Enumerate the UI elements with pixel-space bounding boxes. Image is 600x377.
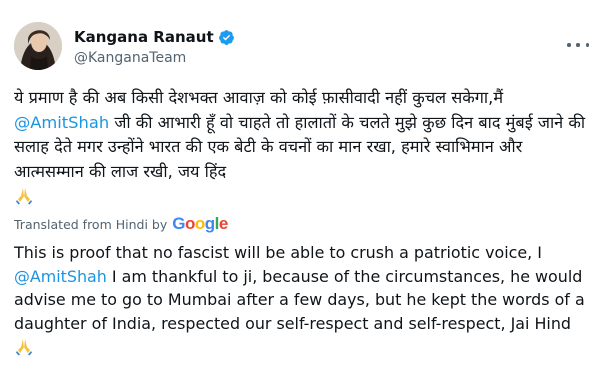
folded-hands-emoji-icon	[16, 188, 32, 205]
avatar[interactable]	[14, 22, 62, 70]
folded-hands-emoji-icon	[16, 339, 32, 356]
translation-attribution[interactable]: Translated from Hindi by Google	[14, 214, 228, 234]
tweet-text-original: ये प्रमाण है की अब किसी देशभक्त आवाज़ को…	[14, 86, 592, 209]
more-options-icon[interactable]	[567, 38, 589, 52]
tweet-card: Kangana Ranaut @KanganaTeam ये प्रमाण है…	[0, 0, 600, 377]
english-text-part-1: This is proof that no fascist will be ab…	[14, 243, 542, 262]
tweet-text-translated: This is proof that no fascist will be ab…	[14, 241, 594, 359]
author-display-name[interactable]: Kangana Ranaut	[74, 28, 214, 46]
hindi-text-part-1: ये प्रमाण है की अब किसी देशभक्त आवाज़ को…	[14, 88, 504, 107]
hindi-mention-link[interactable]: @AmitShah	[14, 113, 109, 132]
author-handle[interactable]: @KanganaTeam	[74, 49, 186, 67]
translated-from-label: Translated from Hindi by	[14, 216, 168, 232]
author-name-row[interactable]: Kangana Ranaut	[74, 28, 235, 46]
verified-badge-icon	[218, 29, 234, 45]
english-mention-link[interactable]: @AmitShah	[14, 267, 107, 286]
google-logo: Google	[172, 214, 228, 233]
